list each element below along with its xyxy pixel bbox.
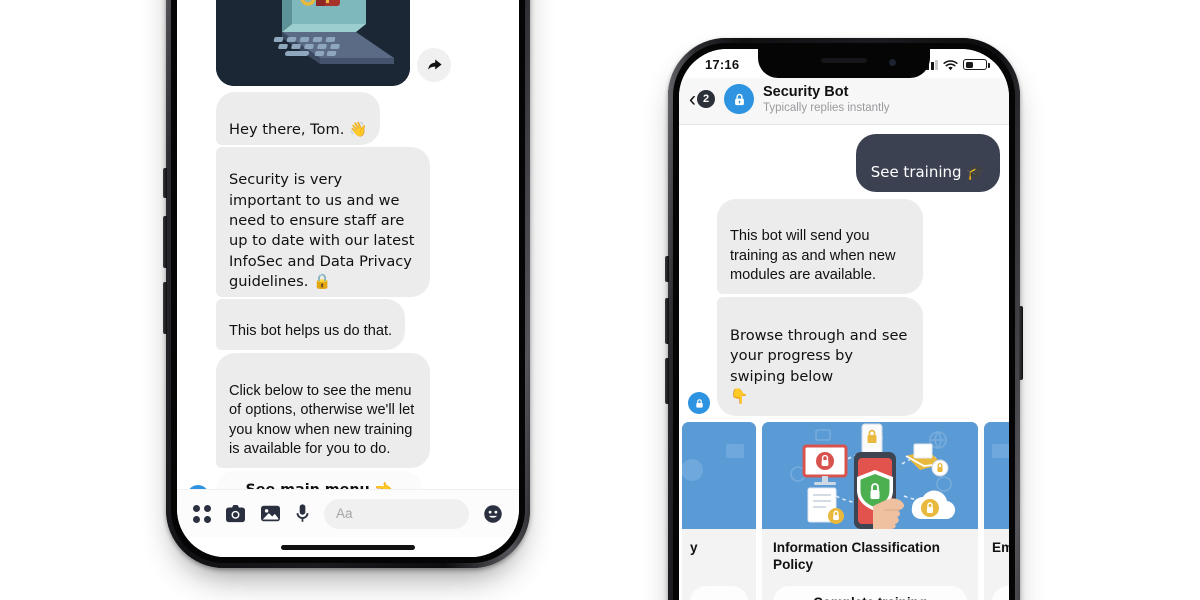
- card-body-main: Information Classification Policy Comple…: [762, 529, 978, 600]
- bot-message-menu-prompt[interactable]: Click below to see the menu of options, …: [216, 353, 430, 469]
- laptop-padlock-image[interactable]: [216, 0, 410, 86]
- notch: [758, 49, 930, 78]
- battery-icon: [963, 59, 990, 70]
- unread-badge-right: 2: [697, 90, 715, 109]
- message-input[interactable]: Aa: [324, 498, 469, 529]
- card-title-next: Empl: [992, 540, 1009, 556]
- bot-message-helps[interactable]: This bot helps us do that.: [216, 298, 406, 351]
- emoji-icon[interactable]: [483, 504, 503, 524]
- user-message-see-training[interactable]: See training 🎓: [855, 133, 1000, 192]
- front-camera: [889, 59, 896, 66]
- card-button-next[interactable]: [992, 586, 1009, 600]
- card-button-previous[interactable]: [690, 586, 748, 600]
- wifi-icon: [943, 59, 958, 71]
- left-phone-screen: ‹ 2 Security Bot Typically replies insta…: [177, 0, 519, 557]
- bot-name-right: Security Bot: [763, 84, 849, 100]
- apps-grid-icon[interactable]: [193, 504, 211, 523]
- card-image-previous: [682, 422, 756, 530]
- right-message-row-bot-1: This bot will send you training as and w…: [688, 198, 1000, 295]
- mute-switch[interactable]: [163, 168, 167, 198]
- volume-up-button-right[interactable]: [665, 298, 669, 344]
- bot-subtitle-right: Typically replies instantly: [763, 101, 890, 114]
- left-input-bar: Aa: [177, 489, 519, 537]
- power-button-right[interactable]: [1019, 306, 1023, 380]
- bot-avatar-thread-right: [688, 392, 710, 415]
- left-message-row-2: Security is very important to us and we …: [187, 146, 509, 297]
- microphone-icon[interactable]: [295, 503, 310, 524]
- left-message-row-3: This bot helps us do that.: [187, 298, 509, 351]
- carousel-card-next[interactable]: Empl: [984, 422, 1009, 600]
- message-input-placeholder: Aa: [336, 506, 353, 521]
- left-message-row-1: Hey there, Tom. 👋: [187, 91, 509, 145]
- right-message-row-user: See training 🎓: [688, 133, 1000, 192]
- left-image-message-row: [187, 0, 509, 86]
- card-image-next: [984, 422, 1009, 530]
- volume-down-button-right[interactable]: [665, 358, 669, 404]
- camera-icon[interactable]: [225, 504, 246, 523]
- forward-message-button[interactable]: [417, 47, 451, 82]
- bot-message-will-send[interactable]: This bot will send you training as and w…: [717, 198, 923, 295]
- earpiece-speaker: [821, 58, 867, 63]
- status-time: 17:16: [705, 57, 740, 72]
- left-message-row-4: Click below to see the menu of options, …: [187, 353, 509, 510]
- left-phone-mockup: ‹ 2 Security Bot Typically replies insta…: [163, 0, 530, 568]
- home-indicator-left[interactable]: [281, 545, 415, 550]
- bot-message-intro[interactable]: Security is very important to us and we …: [216, 146, 430, 297]
- card-image-main: [762, 422, 978, 530]
- bot-avatar-right[interactable]: [724, 84, 754, 115]
- complete-training-button[interactable]: Complete training: [773, 586, 967, 600]
- bot-message-greeting[interactable]: Hey there, Tom. 👋: [216, 91, 381, 145]
- right-chat-thread[interactable]: See training 🎓 This bot will send you tr…: [679, 124, 1009, 600]
- volume-down-button[interactable]: [163, 282, 167, 334]
- screenshot-stage: ‹ 2 Security Bot Typically replies insta…: [0, 0, 1200, 600]
- mute-switch-right[interactable]: [665, 256, 669, 282]
- training-carousel[interactable]: y Information Classification Policy Em: [682, 422, 1009, 600]
- right-phone-mockup: 17:16 ‹ 2 Security Bot Typically replies…: [665, 38, 1023, 600]
- right-message-row-bot-2: Browse through and see your progress by …: [688, 297, 1000, 417]
- bot-message-browse[interactable]: Browse through and see your progress by …: [717, 297, 923, 417]
- volume-up-button[interactable]: [163, 216, 167, 268]
- right-chat-header: ‹ 2 Security Bot Typically replies insta…: [679, 78, 1009, 125]
- photo-icon[interactable]: [260, 504, 281, 523]
- carousel-card-previous[interactable]: y: [682, 422, 756, 600]
- left-chat-thread[interactable]: Hey there, Tom. 👋 Security is very impor…: [177, 0, 519, 510]
- back-button-right[interactable]: ‹ 2: [689, 89, 715, 110]
- card-title-previous: y: [690, 540, 698, 556]
- chevron-left-icon-right: ‹: [689, 87, 696, 111]
- carousel-card-main[interactable]: Information Classification Policy Comple…: [762, 422, 978, 600]
- card-title-main: Information Classification Policy: [773, 540, 940, 573]
- right-phone-screen: 17:16 ‹ 2 Security Bot Typically replies…: [679, 49, 1009, 600]
